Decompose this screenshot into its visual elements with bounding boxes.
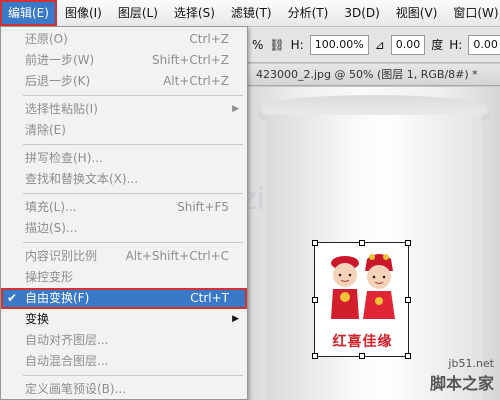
skew-height-label: H: [449, 37, 463, 52]
menu-item-step-forward[interactable]: 前进一步(W) Shift+Ctrl+Z [1, 50, 247, 71]
menu-item-free-transform[interactable]: ✔ 自由变换(F) Ctrl+T [1, 288, 247, 309]
clear-label: 清除(E) [25, 123, 66, 137]
free-transform-shortcut: Ctrl+T [190, 291, 229, 305]
step-backward-label: 后退一步(K) [25, 74, 91, 88]
paste-special-label: 选择性粘贴(I) [25, 102, 98, 116]
step-backward-shortcut: Alt+Ctrl+Z [163, 74, 229, 88]
free-transform-label: 自由变换(F) [25, 291, 90, 305]
menu-view[interactable]: 视图(V) [388, 0, 446, 26]
undo-shortcut: Ctrl+Z [189, 32, 229, 46]
artwork-caption: 红喜佳缘 [332, 334, 393, 350]
menu-item-transform[interactable]: 变换 ▶ [1, 309, 247, 330]
link-icon[interactable]: ⛓ [269, 38, 284, 52]
auto-align-label: 自动对齐图层... [25, 333, 109, 347]
edit-menu-dropdown: 还原(O) Ctrl+Z 前进一步(W) Shift+Ctrl+Z 后退一步(K… [0, 26, 248, 400]
menu-item-puppet-warp[interactable]: 操控变形 [1, 267, 247, 288]
couple-illustration [331, 254, 395, 319]
checkmark-icon: ✔ [7, 291, 18, 305]
menu-item-auto-blend[interactable]: 自动混合图层... [1, 351, 247, 372]
fill-label: 填充(L)... [25, 200, 77, 214]
transform-handle-tr[interactable] [405, 240, 411, 246]
menu-item-define-brush[interactable]: 定义画笔预设(B)... [1, 379, 247, 400]
skew-height-field[interactable]: 0.00 [468, 34, 500, 55]
menu-item-clear[interactable]: 清除(E) [1, 120, 247, 141]
transform-handle-tm[interactable] [359, 240, 365, 246]
spell-check-label: 拼写检查(H)... [25, 151, 103, 165]
menu-item-spell-check[interactable]: 拼写检查(H)... [1, 148, 247, 169]
menu-item-auto-align[interactable]: 自动对齐图层... [1, 330, 247, 351]
menu-item-paste-special[interactable]: 选择性粘贴(I) ▶ [1, 99, 247, 120]
menu-item-stroke[interactable]: 描边(S)... [1, 218, 247, 239]
menu-layer[interactable]: 图层(L) [110, 0, 166, 26]
menu-window[interactable]: 窗口(W) [445, 0, 500, 26]
transform-handle-br[interactable] [405, 353, 411, 359]
menu-item-content-aware-scale[interactable]: 内容识别比例 Alt+Shift+Ctrl+C [1, 246, 247, 267]
site-url: jb51.net [448, 357, 494, 370]
stroke-label: 描边(S)... [25, 221, 78, 235]
menu-separator [23, 375, 243, 376]
menu-item-undo[interactable]: 还原(O) Ctrl+Z [1, 29, 247, 50]
height-label: H: [290, 37, 304, 52]
auto-blend-label: 自动混合图层... [25, 354, 109, 368]
menu-separator [23, 193, 243, 194]
document-tab-title: 423000_2.jpg @ 50% (图层 1, RGB/8#) * [256, 68, 478, 81]
menu-item-fill[interactable]: 填充(L)... Shift+F5 [1, 197, 247, 218]
transform-handle-mr[interactable] [405, 297, 411, 303]
menu-select[interactable]: 选择(S) [166, 0, 223, 26]
menu-separator [23, 95, 243, 96]
submenu-arrow-icon: ▶ [232, 104, 239, 114]
content-aware-scale-shortcut: Alt+Shift+Ctrl+C [125, 249, 229, 263]
menu-item-find-replace[interactable]: 查找和替换文本(X)... [1, 169, 247, 190]
step-forward-shortcut: Shift+Ctrl+Z [152, 53, 229, 67]
content-aware-scale-label: 内容识别比例 [25, 249, 98, 263]
transform-bounding-box[interactable]: 红喜佳缘 [312, 240, 411, 359]
puppet-warp-label: 操控变形 [25, 270, 74, 284]
define-brush-label: 定义画笔预设(B)... [25, 382, 127, 396]
degree-label: 度 [431, 38, 444, 52]
canvas[interactable]: 红喜佳缘 jb51.net 脚本之家 [248, 87, 500, 400]
menu-separator [23, 144, 243, 145]
menu-separator [23, 242, 243, 243]
submenu-arrow-icon: ▶ [232, 314, 239, 324]
menu-bar: 编辑(E) 图像(I) 图层(L) 选择(S) 滤镜(T) 分析(T) 3D(D… [0, 0, 500, 27]
transform-handle-bl[interactable] [312, 353, 318, 359]
angle-field[interactable]: 0.00 [390, 34, 426, 55]
menu-image[interactable]: 图像(I) [57, 0, 110, 26]
transform-handle-ml[interactable] [312, 297, 318, 303]
height-field[interactable]: 100.00% [309, 34, 369, 55]
menu-filter[interactable]: 滤镜(T) [223, 0, 280, 26]
find-replace-label: 查找和替换文本(X)... [25, 172, 139, 186]
undo-label: 还原(O) [25, 32, 68, 46]
step-forward-label: 前进一步(W) [25, 53, 95, 67]
menu-analysis[interactable]: 分析(T) [280, 0, 337, 26]
options-bar: % ⛓ H: 100.00% ⊿ 0.00 度 H: 0.00 [248, 27, 500, 63]
fill-shortcut: Shift+F5 [177, 200, 229, 214]
rotate-icon: ⊿ [374, 37, 385, 52]
site-name: 脚本之家 [429, 374, 494, 393]
document-tab[interactable]: 423000_2.jpg @ 50% (图层 1, RGB/8#) * [248, 64, 500, 86]
transform-label: 变换 [25, 312, 50, 326]
width-percent-label: % [252, 37, 264, 52]
menu-edit[interactable]: 编辑(E) [0, 0, 57, 26]
menu-item-step-backward[interactable]: 后退一步(K) Alt+Ctrl+Z [1, 71, 247, 92]
transform-handle-bm[interactable] [359, 353, 365, 359]
menu-3d[interactable]: 3D(D) [336, 0, 387, 26]
transform-handle-tl[interactable] [312, 240, 318, 246]
